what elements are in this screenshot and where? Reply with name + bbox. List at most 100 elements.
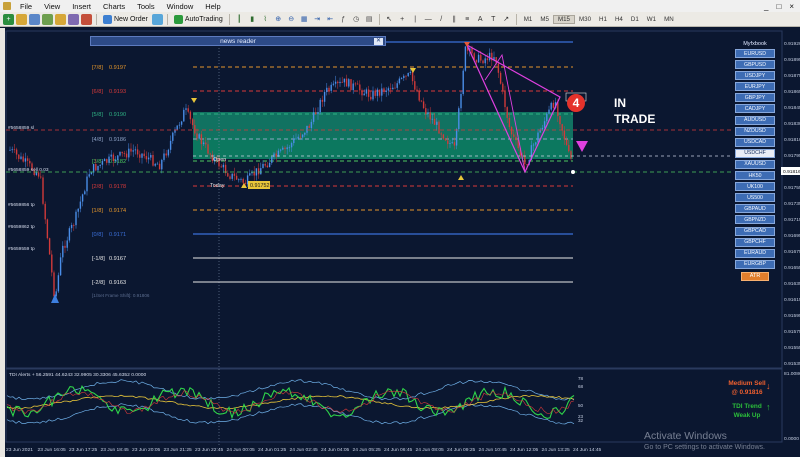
symbol-button-gbpaud[interactable]: GBPAUD [735,204,775,214]
candle-body [378,89,381,96]
candle-body [565,139,568,145]
candle-body [139,154,141,158]
candle-body [90,172,93,175]
candle-body [59,257,62,276]
candle-body [460,94,462,109]
candle-body [240,178,242,180]
price-axis-tick: 0.91845 [784,105,800,111]
candle-body [123,153,126,154]
current-price-marker [571,170,575,174]
candle-body [477,54,480,63]
time-axis-tick: 24 Jun 00:05 [227,447,256,453]
candle-body [22,156,24,162]
symbol-button-uk100[interactable]: UK100 [735,182,775,192]
candle-body [165,153,167,156]
price-axis-tick: 0.91695 [784,233,800,239]
symbol-button-eurjpy[interactable]: EURJPY [735,82,775,92]
candle-body [508,117,511,128]
candle-body [317,112,319,115]
candle-body [345,78,348,87]
candle-body [385,90,387,93]
time-axis-tick: 23 Jun 21:25 [164,447,193,453]
news-close-icon[interactable]: ✕ [374,38,383,45]
candle-body [200,134,203,145]
trade-level-label: #6659862 tp [8,224,35,230]
candle-body [29,160,31,164]
candle-body [95,164,97,171]
candle-body [288,147,291,149]
candle-body [15,149,18,155]
candle-body [515,136,517,140]
murrey-level-label: [-1/8] [92,256,105,262]
today-price-label: 0.91752 [250,183,270,189]
atr-button[interactable]: ATR [741,271,769,281]
candle-body [75,211,77,226]
murrey-level-label: [2/8] [92,184,103,190]
candle-body [53,272,55,297]
candle-body [141,153,143,158]
candle-body [427,112,429,114]
buy-arrow-icon [51,294,59,303]
symbol-button-gbpjpy[interactable]: GBPJPY [735,93,775,103]
candle-body [121,151,123,154]
candle-body [348,79,350,87]
murrey-level-price: 0.9167 [109,256,126,262]
candle-body [486,58,489,61]
symbol-button-hk50[interactable]: HK50 [735,171,775,181]
candle-body [262,163,264,169]
symbol-button-gbpchf[interactable]: GBPCHF [735,237,775,247]
news-reader-bar[interactable]: news reader ✕ [90,36,386,46]
candle-body [66,240,68,248]
candle-body [449,143,451,144]
indicator-axis-min: 0.0000 [784,436,799,442]
candle-body [535,142,537,145]
symbol-button-cadjpy[interactable]: CADJPY [735,104,775,114]
symbol-button-eurgbp[interactable]: EURGBP [735,259,775,269]
murrey-level-price: 0.9190 [109,112,126,118]
symbol-button-gbpusd[interactable]: GBPUSD [735,60,775,70]
candle-body [147,157,150,160]
symbol-button-usdchf[interactable]: USDCHF [735,148,775,158]
candle-body [136,149,139,155]
candle-body [163,153,165,160]
murrey-level-price: 0.9163 [109,280,126,286]
candle-body [548,109,550,114]
symbol-button-usdjpy[interactable]: USDJPY [735,71,775,81]
candle-body [341,81,343,83]
candle-body [416,89,418,92]
symbol-button-euraud[interactable]: EURAUD [735,248,775,258]
candle-body [418,91,420,101]
time-axis-tick: 24 Jun 13:25 [542,447,571,453]
candle-body [328,87,330,91]
symbol-button-us500[interactable]: US500 [735,193,775,203]
price-chart[interactable]: [8/8]0.9201[7/8]0.9197[6/8]0.9193[5/8]0.… [0,0,800,457]
symbol-button-usdcad[interactable]: USDCAD [735,137,775,147]
candle-body [77,208,79,212]
candle-body [46,219,49,239]
candle-body [557,102,559,117]
candle-body [40,176,42,178]
indicator-axis-max: 81.0086 [784,371,800,377]
candle-body [315,112,317,115]
symbol-button-xauusd[interactable]: XAUUSD [735,159,775,169]
candle-body [297,136,299,139]
symbol-button-nzdusd[interactable]: NZDUSD [735,126,775,136]
candle-body [532,144,535,146]
murrey-level-price: 0.9197 [109,65,126,71]
candle-body [229,176,231,179]
time-axis-tick: 24 Jun 14:45 [573,447,602,453]
price-axis-tick: 0.91555 [784,345,800,351]
murrey-level-price: 0.9186 [109,137,126,143]
time-axis-tick: 24 Jun 02:45 [290,447,319,453]
symbol-button-eurusd[interactable]: EURUSD [735,49,775,58]
candle-body [97,165,99,171]
symbol-button-gbpnzd[interactable]: GBPNZD [735,215,775,225]
candle-body [73,224,75,226]
symbol-button-gbpcad[interactable]: GBPCAD [735,226,775,236]
candle-body [275,153,277,157]
candle-body [222,164,225,168]
candle-body [304,132,306,135]
symbol-button-audusd[interactable]: AUDUSD [735,115,775,125]
time-axis-tick: 24 Jun 09:25 [447,447,476,453]
candle-body [244,182,247,185]
